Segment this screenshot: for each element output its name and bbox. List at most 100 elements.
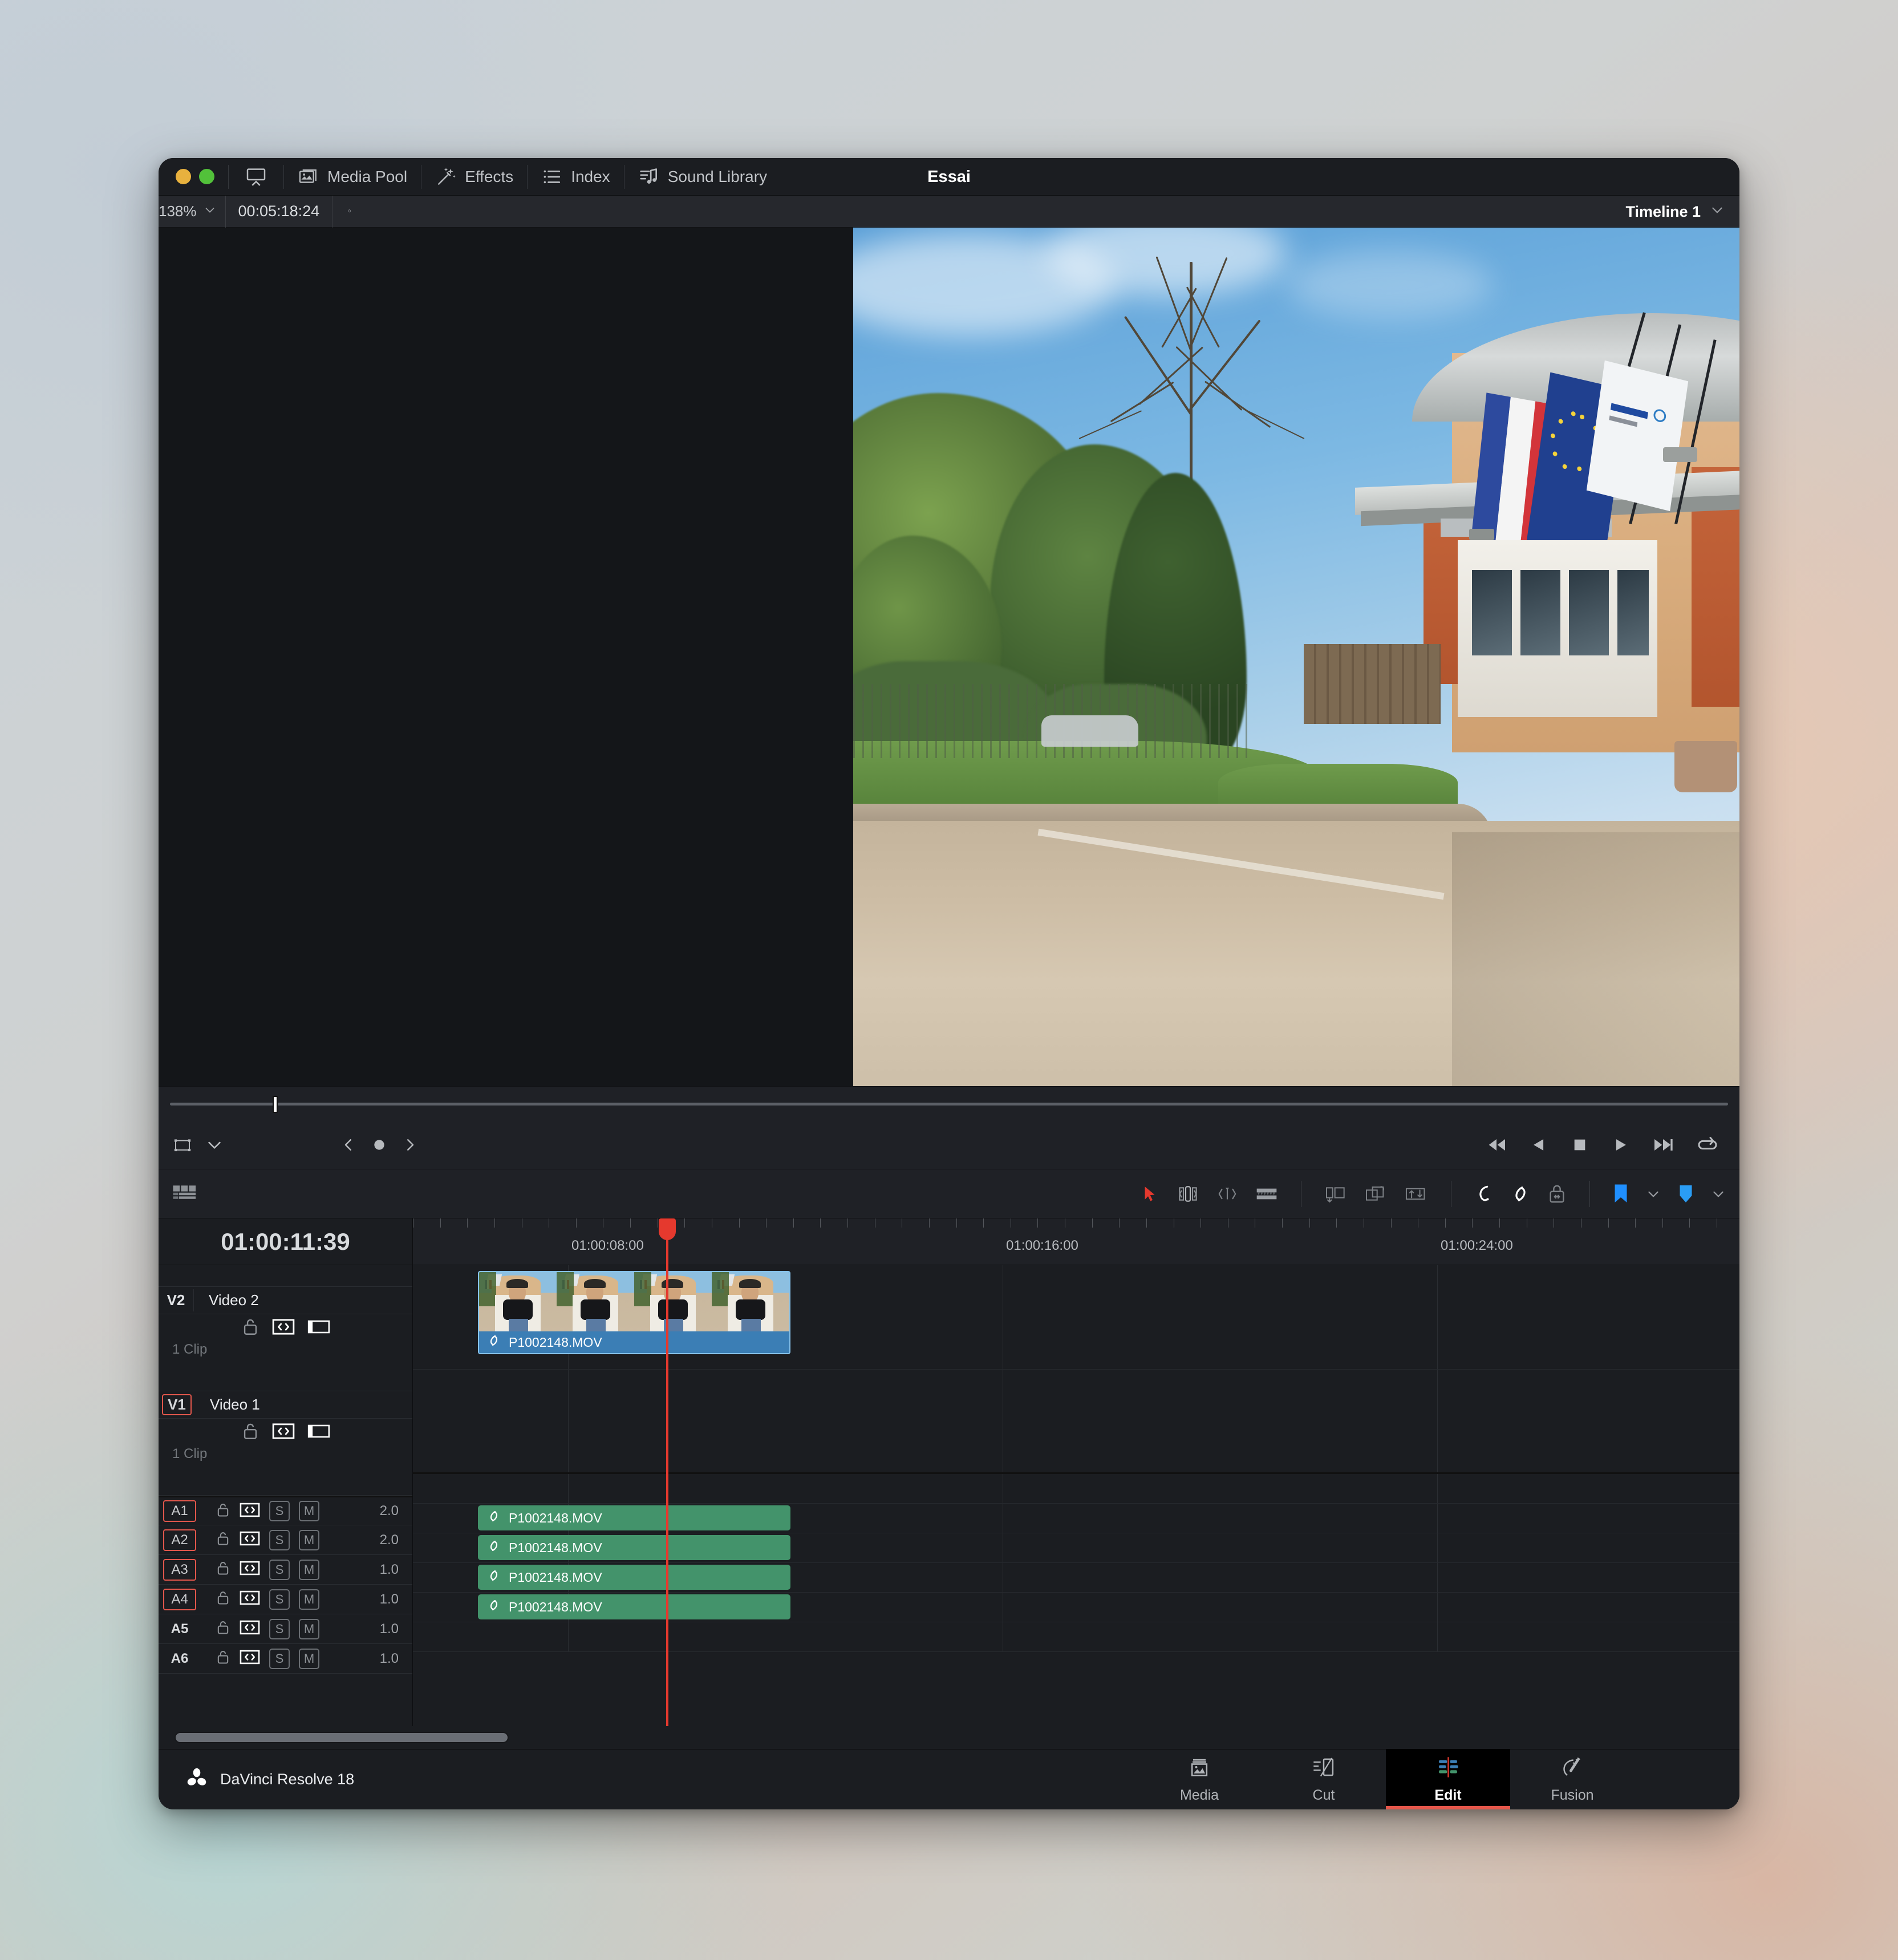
track-badge-a3[interactable]: A3 [163,1558,196,1581]
timeline-viewer-image[interactable]: ACCUEIL [853,228,1739,1086]
auto-select-icon[interactable] [240,1531,260,1549]
track-header-a6[interactable]: A6 S M 1.0 [159,1644,412,1674]
lock-icon[interactable] [216,1619,230,1638]
lock-icon[interactable] [241,1422,259,1444]
timeline-lane-v1[interactable] [413,1370,1739,1474]
timeline-lane-a1[interactable] [413,1474,1739,1504]
track-badge-a5[interactable]: A5 [163,1621,196,1637]
auto-select-icon[interactable] [240,1620,260,1638]
track-header-v1[interactable]: V1 Video 1 1 Clip [159,1391,412,1496]
index-button[interactable]: Index [531,158,620,196]
auto-select-icon[interactable] [272,1423,295,1443]
skip-back-icon[interactable] [1485,1133,1508,1156]
track-value-a1[interactable]: 2.0 [380,1503,412,1519]
lock-icon[interactable] [216,1590,230,1609]
timeline-video-clip[interactable]: P1002148.MOV [478,1271,790,1354]
track-value-a2[interactable]: 2.0 [380,1532,412,1548]
play-reverse-icon[interactable] [1530,1135,1549,1155]
minimize-button[interactable] [176,169,191,184]
track-value-a4[interactable]: 1.0 [380,1592,412,1607]
track-name-v2[interactable]: Video 2 [194,1291,259,1309]
track-header-a1[interactable]: A1 S M 2.0 [159,1496,412,1525]
track-header-a2[interactable]: A2 S M 2.0 [159,1525,412,1555]
track-badge-a4[interactable]: A4 [163,1588,196,1610]
solo-button-a3[interactable]: S [269,1559,290,1580]
track-value-a3[interactable]: 1.0 [380,1562,412,1578]
page-button-media[interactable]: Media [1137,1749,1262,1809]
solo-button-a6[interactable]: S [269,1648,290,1669]
effects-button[interactable]: Effects [425,158,524,196]
timeline-horizontal-scrollbar[interactable] [159,1726,1739,1749]
track-header-a5[interactable]: A5 S M 1.0 [159,1614,412,1644]
page-button-fusion[interactable]: Fusion [1510,1749,1635,1809]
chevron-right-icon[interactable] [402,1136,419,1153]
playhead-knob[interactable] [659,1218,676,1240]
mute-button-a5[interactable]: M [299,1618,319,1639]
link-chain-icon[interactable] [1511,1184,1530,1204]
marker-shield-icon[interactable] [1678,1184,1694,1204]
razor-blade-icon[interactable] [1255,1184,1278,1204]
maximize-button[interactable] [199,169,214,184]
play-icon[interactable] [1611,1135,1630,1155]
viewer-monitor-button[interactable] [232,158,280,196]
mute-button-a1[interactable]: M [299,1501,319,1521]
auto-select-icon[interactable] [240,1561,260,1578]
timeline-lane-v2[interactable]: P1002148.MOV [413,1265,1739,1370]
timeline-audio-clip[interactable]: P1002148.MOV [478,1594,790,1619]
solo-button-a5[interactable]: S [269,1618,290,1639]
track-badge-v2[interactable]: V2 [159,1289,194,1311]
position-lock-icon[interactable] [1547,1183,1567,1205]
timeline-tracks-area[interactable]: 01:00:08:00 01:00:16:00 01:00:24:00 P100… [413,1218,1739,1726]
solo-button-a4[interactable]: S [269,1589,290,1610]
auto-select-icon[interactable] [240,1503,260,1520]
solo-button-a2[interactable]: S [269,1529,290,1550]
media-pool-button[interactable]: Media Pool [287,158,417,196]
timeline-audio-clip[interactable]: P1002148.MOV [478,1535,790,1560]
track-header-a4[interactable]: A4 S M 1.0 [159,1585,412,1614]
auto-select-icon[interactable] [272,1318,295,1338]
overwrite-clip-icon[interactable] [1364,1184,1387,1204]
auto-select-icon[interactable] [240,1650,260,1667]
mute-button-a6[interactable]: M [299,1648,319,1669]
mute-button-a4[interactable]: M [299,1589,319,1610]
scrubber-playhead[interactable] [273,1096,278,1113]
viewer-timecode[interactable]: 00:05:18:24 [226,195,333,228]
flag-bookmark-icon[interactable] [1613,1184,1629,1204]
page-button-cut[interactable]: Cut [1262,1749,1386,1809]
track-value-a6[interactable]: 1.0 [380,1651,412,1667]
trim-icon[interactable] [1177,1184,1199,1204]
timeline-audio-clip[interactable]: P1002148.MOV [478,1565,790,1590]
lock-icon[interactable] [216,1502,230,1521]
lock-icon[interactable] [216,1649,230,1668]
timeline-playhead[interactable] [659,1218,676,1726]
timeline-selector[interactable]: Timeline 1 [1625,196,1725,228]
lock-icon[interactable] [241,1317,259,1339]
scrollbar-thumb[interactable] [175,1732,509,1743]
track-header-a3[interactable]: A3 S M 1.0 [159,1555,412,1585]
track-header-v2[interactable]: V2 Video 2 1 Clip [159,1287,412,1391]
timeline-view-options-icon[interactable] [172,1184,197,1204]
track-badge-a2[interactable]: A2 [163,1529,196,1551]
video-enable-icon[interactable] [307,1318,330,1338]
timeline-lane-a5[interactable]: P1002148.MOV [413,1593,1739,1622]
chevron-down-icon[interactable] [1646,1186,1661,1201]
chevron-left-icon[interactable] [340,1136,357,1153]
chevron-down-icon[interactable] [1711,1186,1726,1201]
timeline-audio-clip[interactable]: P1002148.MOV [478,1505,790,1530]
timeline-lane-a3[interactable]: P1002148.MOV [413,1533,1739,1563]
timeline-ruler[interactable]: 01:00:08:00 01:00:16:00 01:00:24:00 [413,1218,1739,1265]
timeline-lane-a6[interactable] [413,1622,1739,1652]
marker-dot-icon[interactable] [372,1137,387,1152]
arrow-cursor-icon[interactable] [1140,1184,1159,1204]
scrubber-track[interactable] [170,1103,1728,1105]
mute-button-a2[interactable]: M [299,1529,319,1550]
zoom-level-selector[interactable]: 138% [159,195,226,228]
page-button-edit[interactable]: Edit [1386,1749,1510,1809]
chevron-down-icon[interactable] [205,1136,224,1154]
dynamic-trim-icon[interactable] [1216,1184,1238,1204]
transform-tool-icon[interactable] [172,1135,193,1155]
lock-icon[interactable] [216,1530,230,1549]
viewer-scrubber[interactable] [159,1086,1739,1120]
stop-icon[interactable] [1571,1136,1589,1154]
snapping-magnet-icon[interactable] [1474,1184,1494,1204]
